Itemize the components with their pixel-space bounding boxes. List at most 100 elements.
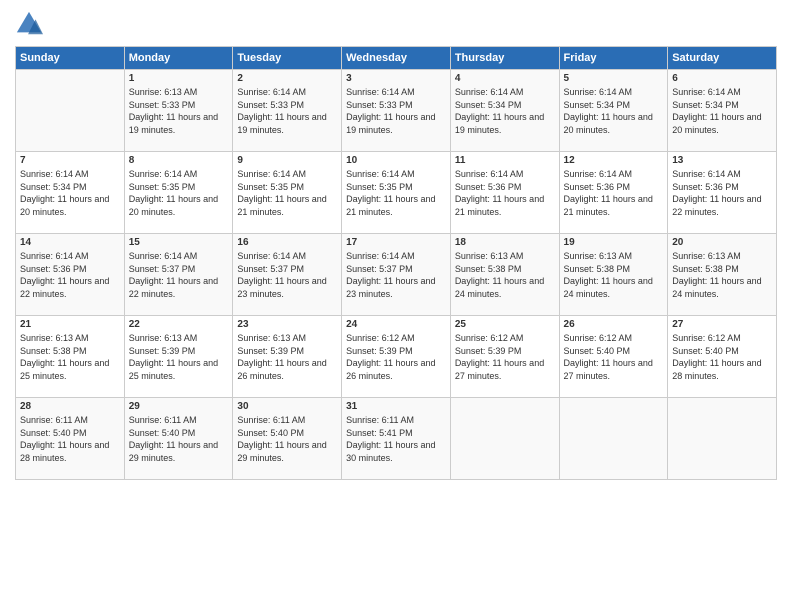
daylight-text: Daylight: 11 hours and 23 minutes. (237, 276, 326, 299)
daylight-text: Daylight: 11 hours and 27 minutes. (455, 358, 544, 381)
day-number: 18 (455, 237, 555, 248)
day-number: 4 (455, 73, 555, 84)
day-info: Sunrise: 6:13 AM Sunset: 5:39 PM Dayligh… (237, 332, 337, 382)
sunrise-text: Sunrise: 6:14 AM (20, 251, 89, 261)
day-info: Sunrise: 6:14 AM Sunset: 5:35 PM Dayligh… (237, 168, 337, 218)
daylight-text: Daylight: 11 hours and 30 minutes. (346, 440, 435, 463)
calendar-cell: 4 Sunrise: 6:14 AM Sunset: 5:34 PM Dayli… (450, 70, 559, 152)
sunset-text: Sunset: 5:33 PM (346, 100, 413, 110)
sunrise-text: Sunrise: 6:14 AM (346, 87, 415, 97)
calendar-cell: 13 Sunrise: 6:14 AM Sunset: 5:36 PM Dayl… (668, 152, 777, 234)
calendar-cell: 2 Sunrise: 6:14 AM Sunset: 5:33 PM Dayli… (233, 70, 342, 152)
daylight-text: Daylight: 11 hours and 24 minutes. (455, 276, 544, 299)
sunrise-text: Sunrise: 6:14 AM (564, 169, 633, 179)
sunrise-text: Sunrise: 6:12 AM (346, 333, 415, 343)
calendar-cell (450, 398, 559, 480)
calendar-cell: 1 Sunrise: 6:13 AM Sunset: 5:33 PM Dayli… (124, 70, 233, 152)
calendar-cell: 17 Sunrise: 6:14 AM Sunset: 5:37 PM Dayl… (342, 234, 451, 316)
day-number: 3 (346, 73, 446, 84)
daylight-text: Daylight: 11 hours and 22 minutes. (672, 194, 761, 217)
daylight-text: Daylight: 11 hours and 22 minutes. (20, 276, 109, 299)
sunrise-text: Sunrise: 6:13 AM (129, 333, 198, 343)
sunset-text: Sunset: 5:40 PM (237, 428, 304, 438)
calendar-cell: 30 Sunrise: 6:11 AM Sunset: 5:40 PM Dayl… (233, 398, 342, 480)
sunrise-text: Sunrise: 6:13 AM (564, 251, 633, 261)
calendar-cell: 28 Sunrise: 6:11 AM Sunset: 5:40 PM Dayl… (16, 398, 125, 480)
day-info: Sunrise: 6:12 AM Sunset: 5:39 PM Dayligh… (455, 332, 555, 382)
sunset-text: Sunset: 5:34 PM (455, 100, 522, 110)
day-info: Sunrise: 6:11 AM Sunset: 5:41 PM Dayligh… (346, 414, 446, 464)
sunset-text: Sunset: 5:40 PM (672, 346, 739, 356)
calendar-cell: 10 Sunrise: 6:14 AM Sunset: 5:35 PM Dayl… (342, 152, 451, 234)
sunrise-text: Sunrise: 6:14 AM (129, 169, 198, 179)
calendar-cell: 31 Sunrise: 6:11 AM Sunset: 5:41 PM Dayl… (342, 398, 451, 480)
day-info: Sunrise: 6:13 AM Sunset: 5:38 PM Dayligh… (20, 332, 120, 382)
day-info: Sunrise: 6:14 AM Sunset: 5:34 PM Dayligh… (455, 86, 555, 136)
calendar-cell: 5 Sunrise: 6:14 AM Sunset: 5:34 PM Dayli… (559, 70, 668, 152)
daylight-text: Daylight: 11 hours and 20 minutes. (20, 194, 109, 217)
logo (15, 10, 47, 38)
day-info: Sunrise: 6:14 AM Sunset: 5:36 PM Dayligh… (455, 168, 555, 218)
sunrise-text: Sunrise: 6:14 AM (455, 87, 524, 97)
day-info: Sunrise: 6:14 AM Sunset: 5:37 PM Dayligh… (346, 250, 446, 300)
day-number: 15 (129, 237, 229, 248)
day-number: 21 (20, 319, 120, 330)
col-header-tuesday: Tuesday (233, 47, 342, 70)
day-info: Sunrise: 6:13 AM Sunset: 5:39 PM Dayligh… (129, 332, 229, 382)
calendar-cell: 29 Sunrise: 6:11 AM Sunset: 5:40 PM Dayl… (124, 398, 233, 480)
daylight-text: Daylight: 11 hours and 19 minutes. (346, 112, 435, 135)
calendar-cell: 15 Sunrise: 6:14 AM Sunset: 5:37 PM Dayl… (124, 234, 233, 316)
calendar-cell: 8 Sunrise: 6:14 AM Sunset: 5:35 PM Dayli… (124, 152, 233, 234)
daylight-text: Daylight: 11 hours and 23 minutes. (346, 276, 435, 299)
page: SundayMondayTuesdayWednesdayThursdayFrid… (0, 0, 792, 612)
sunrise-text: Sunrise: 6:14 AM (129, 251, 198, 261)
day-info: Sunrise: 6:11 AM Sunset: 5:40 PM Dayligh… (129, 414, 229, 464)
calendar-cell: 24 Sunrise: 6:12 AM Sunset: 5:39 PM Dayl… (342, 316, 451, 398)
day-number: 11 (455, 155, 555, 166)
daylight-text: Daylight: 11 hours and 21 minutes. (455, 194, 544, 217)
day-number: 25 (455, 319, 555, 330)
day-number: 8 (129, 155, 229, 166)
sunrise-text: Sunrise: 6:13 AM (129, 87, 198, 97)
day-info: Sunrise: 6:14 AM Sunset: 5:34 PM Dayligh… (672, 86, 772, 136)
day-number: 2 (237, 73, 337, 84)
calendar-cell: 11 Sunrise: 6:14 AM Sunset: 5:36 PM Dayl… (450, 152, 559, 234)
sunrise-text: Sunrise: 6:14 AM (237, 169, 306, 179)
sunrise-text: Sunrise: 6:14 AM (672, 87, 741, 97)
sunrise-text: Sunrise: 6:13 AM (455, 251, 524, 261)
sunset-text: Sunset: 5:34 PM (672, 100, 739, 110)
day-number: 10 (346, 155, 446, 166)
calendar-week-row: 28 Sunrise: 6:11 AM Sunset: 5:40 PM Dayl… (16, 398, 777, 480)
sunset-text: Sunset: 5:41 PM (346, 428, 413, 438)
col-header-saturday: Saturday (668, 47, 777, 70)
day-info: Sunrise: 6:14 AM Sunset: 5:33 PM Dayligh… (346, 86, 446, 136)
daylight-text: Daylight: 11 hours and 26 minutes. (237, 358, 326, 381)
day-info: Sunrise: 6:14 AM Sunset: 5:37 PM Dayligh… (129, 250, 229, 300)
sunset-text: Sunset: 5:33 PM (129, 100, 196, 110)
sunset-text: Sunset: 5:39 PM (129, 346, 196, 356)
daylight-text: Daylight: 11 hours and 22 minutes. (129, 276, 218, 299)
day-number: 29 (129, 401, 229, 412)
day-info: Sunrise: 6:13 AM Sunset: 5:33 PM Dayligh… (129, 86, 229, 136)
calendar-cell (16, 70, 125, 152)
sunset-text: Sunset: 5:40 PM (564, 346, 631, 356)
sunrise-text: Sunrise: 6:11 AM (129, 415, 197, 425)
sunset-text: Sunset: 5:37 PM (129, 264, 196, 274)
calendar-header-row: SundayMondayTuesdayWednesdayThursdayFrid… (16, 47, 777, 70)
day-info: Sunrise: 6:14 AM Sunset: 5:34 PM Dayligh… (20, 168, 120, 218)
daylight-text: Daylight: 11 hours and 21 minutes. (346, 194, 435, 217)
daylight-text: Daylight: 11 hours and 25 minutes. (20, 358, 109, 381)
sunrise-text: Sunrise: 6:13 AM (20, 333, 89, 343)
sunset-text: Sunset: 5:36 PM (20, 264, 87, 274)
logo-icon (15, 10, 43, 38)
header (15, 10, 777, 38)
day-info: Sunrise: 6:13 AM Sunset: 5:38 PM Dayligh… (564, 250, 664, 300)
calendar-cell: 6 Sunrise: 6:14 AM Sunset: 5:34 PM Dayli… (668, 70, 777, 152)
daylight-text: Daylight: 11 hours and 25 minutes. (129, 358, 218, 381)
sunset-text: Sunset: 5:39 PM (455, 346, 522, 356)
calendar-week-row: 1 Sunrise: 6:13 AM Sunset: 5:33 PM Dayli… (16, 70, 777, 152)
day-number: 30 (237, 401, 337, 412)
daylight-text: Daylight: 11 hours and 21 minutes. (237, 194, 326, 217)
sunrise-text: Sunrise: 6:12 AM (564, 333, 633, 343)
calendar-cell: 18 Sunrise: 6:13 AM Sunset: 5:38 PM Dayl… (450, 234, 559, 316)
